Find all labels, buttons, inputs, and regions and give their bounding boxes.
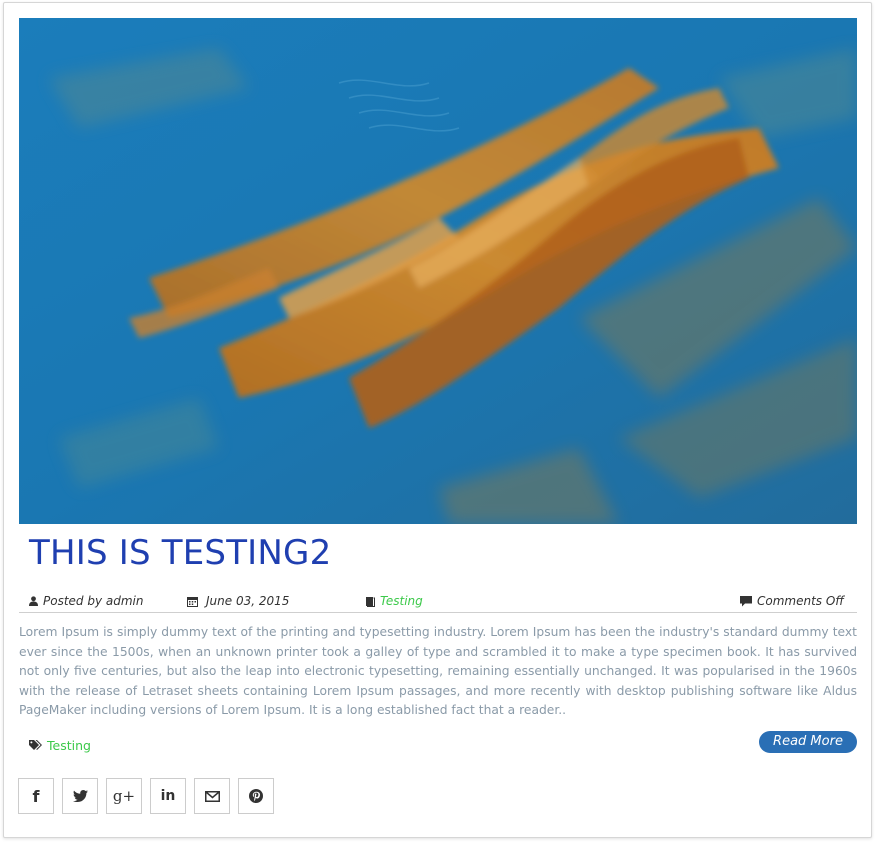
facebook-icon: f bbox=[32, 786, 40, 806]
user-icon bbox=[29, 596, 38, 606]
post-date: June 03, 2015 bbox=[206, 594, 290, 608]
share-google-plus-button[interactable]: g+ bbox=[106, 778, 142, 814]
share-twitter-button[interactable] bbox=[62, 778, 98, 814]
category-meta: Testing bbox=[365, 594, 423, 608]
book-icon bbox=[366, 596, 375, 607]
share-facebook-button[interactable]: f bbox=[18, 778, 54, 814]
date-meta: June 03, 2015 bbox=[187, 594, 289, 608]
author-meta: Posted by admin bbox=[29, 594, 143, 608]
calendar-icon bbox=[187, 596, 198, 607]
comments-status: Comments Off bbox=[757, 594, 844, 608]
comment-icon bbox=[740, 595, 752, 606]
tags-icon bbox=[29, 740, 42, 750]
post-title[interactable]: THIS IS TESTING2 bbox=[29, 530, 331, 576]
linkedin-icon: in bbox=[160, 788, 176, 804]
pinterest-icon bbox=[249, 789, 263, 803]
comments-meta: Comments Off bbox=[740, 594, 844, 608]
featured-image[interactable] bbox=[19, 18, 857, 524]
read-more-button[interactable]: Read More bbox=[759, 731, 857, 753]
post-tags: Testing bbox=[29, 738, 91, 753]
abstract-painting-image bbox=[19, 18, 857, 524]
tag-link[interactable]: Testing bbox=[47, 738, 91, 753]
share-email-button[interactable] bbox=[194, 778, 230, 814]
share-buttons: f g+ in bbox=[18, 778, 274, 814]
category-link[interactable]: Testing bbox=[380, 594, 423, 608]
author-label[interactable]: Posted by admin bbox=[43, 594, 143, 608]
share-linkedin-button[interactable]: in bbox=[150, 778, 186, 814]
share-pinterest-button[interactable] bbox=[238, 778, 274, 814]
google-plus-icon: g+ bbox=[112, 787, 136, 805]
email-icon bbox=[204, 790, 220, 802]
post-excerpt: Lorem Ipsum is simply dummy text of the … bbox=[19, 625, 857, 717]
post-meta: Posted by admin June 03, 2015 Testing Co… bbox=[19, 591, 857, 613]
twitter-icon bbox=[72, 790, 88, 802]
